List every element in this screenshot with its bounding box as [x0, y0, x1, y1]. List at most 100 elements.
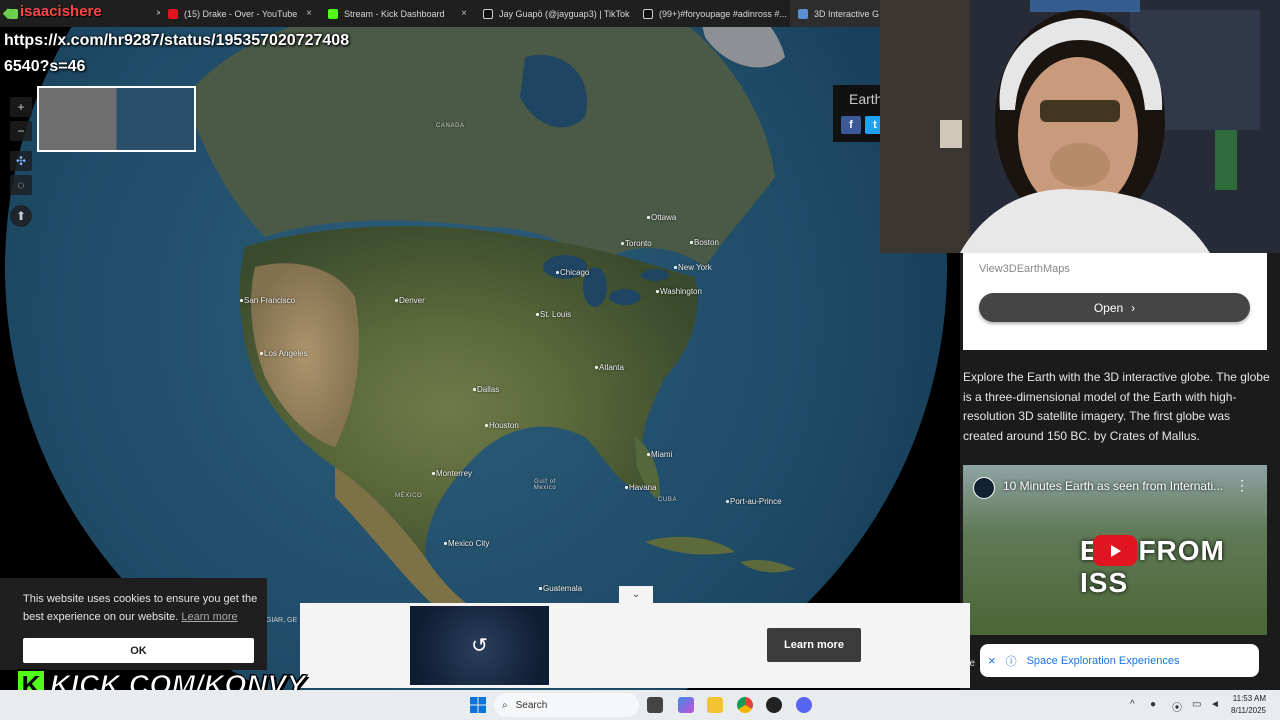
play-icon [1111, 544, 1121, 557]
city-label: Monterrey [431, 469, 473, 478]
search-placeholder: Search [515, 699, 548, 711]
channel-avatar[interactable] [973, 477, 995, 499]
tab-tiktok[interactable]: Jay Guapō (@jayguap3) | TikTok × [475, 0, 635, 27]
ad-learn-more-button[interactable]: Learn more [767, 628, 861, 662]
city-label: Port-au-Prince [726, 497, 782, 506]
facebook-share-icon[interactable]: f [841, 116, 861, 134]
chrome-icon[interactable] [737, 697, 753, 713]
ad-bar: ⌄ ↺ Learn more [300, 586, 970, 688]
map-controls: + − ✣ ◌ ⬆ [10, 97, 32, 227]
compass-icon[interactable]: ⬆ [10, 205, 32, 227]
tab-label: 3D Interactive G [814, 8, 880, 19]
clock-date: 8/11/2025 [1231, 706, 1266, 715]
video-title[interactable]: 10 Minutes Earth as seen from Internati.… [1003, 479, 1223, 493]
chevron-down-icon[interactable]: ⌄ [619, 586, 653, 603]
minimap[interactable] [37, 86, 196, 152]
open-button-label: Open [1093, 300, 1124, 315]
play-button[interactable] [1093, 535, 1137, 566]
ad-thumbnail[interactable]: ↺ [410, 606, 549, 685]
youtube-favicon-icon [168, 8, 178, 19]
url-overlay: https://x.com/hr9287/status/195357020727… [4, 28, 349, 80]
region-label: MÉXICO [395, 493, 423, 499]
app-card: View3DEarthMaps Open › [963, 253, 1267, 350]
earth-panel-title: Earth [849, 91, 883, 107]
replay-icon[interactable]: ↺ [471, 633, 488, 658]
streamer-name: isaacishere [20, 3, 102, 20]
webcam-image [880, 0, 1280, 253]
network-icon[interactable]: ▭ [1192, 699, 1201, 710]
cookie-text: This website uses cookies to ensure you … [23, 590, 259, 626]
app-name: View3DEarthMaps [979, 263, 1070, 275]
discord-icon[interactable] [796, 697, 812, 713]
city-label: San Francisco [239, 296, 296, 305]
taskbar: ⌕ Search ^ ● ⦿ ▭ ◄ 11:53 AM 8/11/2025 [0, 690, 1280, 720]
microphone-icon[interactable]: ⦿ [1172, 699, 1182, 714]
obs-icon[interactable] [766, 697, 782, 713]
browser-tab-bar: × (15) Drake - Over - YouTube × Stream -… [0, 0, 880, 27]
tab-tiktok-2[interactable]: (99+)#foryoupage #adinross #... × [635, 0, 790, 27]
city-label: Los Angeles [260, 349, 308, 358]
city-label: Atlanta [595, 363, 624, 372]
zoom-out-button[interactable]: − [10, 121, 32, 141]
city-label: Houston [485, 421, 519, 430]
city-label: Miami [646, 450, 673, 459]
tab-close-icon[interactable]: × [150, 8, 160, 19]
cookie-banner: This website uses cookies to ensure you … [0, 578, 267, 670]
cookie-ok-button[interactable]: OK [23, 638, 254, 663]
tab-kick-dashboard[interactable]: Stream - Kick Dashboard × [320, 0, 475, 27]
city-label: Havana [625, 483, 657, 492]
city-label: Ottawa [646, 213, 677, 222]
volume-icon[interactable]: ◄ [1210, 699, 1220, 710]
windows-start-icon[interactable] [470, 697, 486, 713]
city-label: Washington [656, 287, 702, 296]
kick-favicon-icon [328, 8, 338, 19]
region-label: Gulf of Mexico [533, 479, 557, 491]
taskbar-clock[interactable]: 11:53 AM 8/11/2025 [1224, 693, 1266, 717]
tab-close-icon[interactable]: × [300, 8, 312, 19]
city-label: Boston [690, 238, 719, 247]
city-label: New York [674, 263, 712, 272]
globe-favicon-icon [798, 8, 808, 19]
tab-label: (99+)#foryoupage #adinross #... [659, 8, 787, 19]
more-vert-icon[interactable]: ⋮ [1235, 477, 1249, 494]
tray-app-icon[interactable]: ● [1150, 699, 1156, 710]
pan-icon[interactable]: ✣ [10, 151, 32, 171]
right-sidebar: View3DEarthMaps Open › Explore the Earth… [960, 253, 1280, 690]
chip-label: Space Exploration Experiences [1026, 654, 1180, 667]
chevron-up-icon[interactable]: ^ [1130, 699, 1135, 710]
zoom-in-button[interactable]: + [10, 97, 32, 117]
copilot-icon[interactable] [678, 697, 694, 713]
city-label: Mexico City [443, 539, 490, 548]
tiktok-favicon-icon [643, 8, 653, 19]
city-label: Guatemala [538, 584, 583, 593]
close-icon[interactable]: × [988, 653, 996, 668]
webcam-feed [880, 0, 1280, 253]
info-icon: ⓘ [1005, 655, 1017, 668]
cookie-learn-more-link[interactable]: Learn more [181, 611, 237, 623]
region-label: CANADA [436, 123, 465, 129]
tab-3d-earth[interactable]: 3D Interactive G [790, 0, 880, 27]
city-label: Dallas [472, 385, 500, 394]
chevron-right-icon: › [1131, 300, 1136, 315]
taskbar-search[interactable]: ⌕ Search [494, 693, 639, 717]
search-icon: ⌕ [502, 699, 508, 711]
task-view-icon[interactable] [647, 697, 663, 713]
open-button[interactable]: Open › [979, 293, 1250, 322]
space-exploration-chip[interactable]: × ⓘ Space Exploration Experiences [980, 644, 1259, 677]
screen: × (15) Drake - Over - YouTube × Stream -… [0, 0, 1280, 720]
tab-close-icon[interactable]: × [455, 8, 467, 19]
city-label: Chicago [555, 268, 590, 277]
tab-label: Stream - Kick Dashboard [344, 8, 445, 19]
tiktok-favicon-icon [483, 8, 493, 19]
city-label: Denver [395, 296, 425, 305]
description-text: Explore the Earth with the 3D interactiv… [963, 370, 1270, 443]
clock-time: 11:53 AM [1232, 694, 1266, 703]
tab-youtube[interactable]: (15) Drake - Over - YouTube × [160, 0, 320, 27]
map-attribution: GIAR, GE [266, 617, 298, 624]
region-label: CUBA [658, 497, 678, 503]
video-embed[interactable]: 10 Minutes Earth as seen from Internati.… [963, 465, 1267, 635]
tab-label: Jay Guapō (@jayguap3) | TikTok [499, 8, 630, 19]
file-explorer-icon[interactable] [707, 697, 723, 713]
rotate-icon[interactable]: ◌ [10, 175, 32, 195]
stream-logo-icon: ◆ [3, 5, 13, 20]
